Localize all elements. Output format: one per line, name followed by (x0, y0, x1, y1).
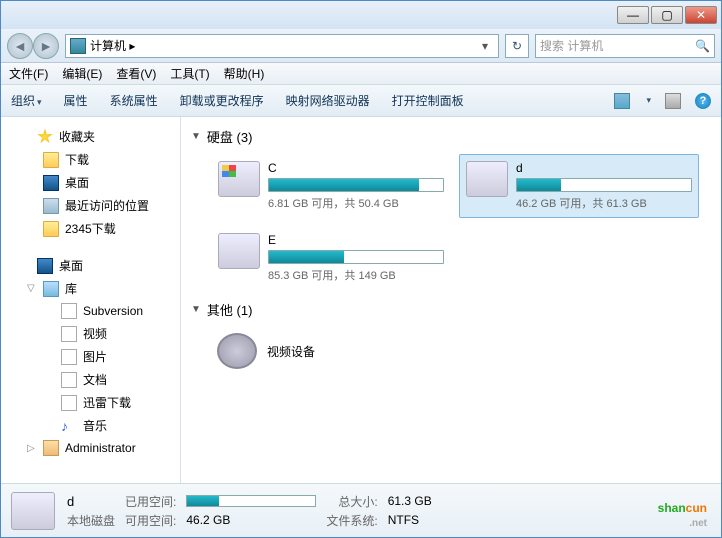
preview-pane-icon[interactable] (665, 93, 681, 109)
used-space-bar (186, 495, 316, 507)
help-icon[interactable]: ? (695, 93, 711, 109)
tree-item[interactable]: 视频 (1, 322, 180, 345)
toolbar-item[interactable]: 系统属性 (110, 92, 158, 109)
filesystem-label: 文件系统: (326, 512, 377, 529)
drive-stats: 46.2 GB 可用，共 61.3 GB (516, 195, 692, 211)
drive-name: E (268, 233, 444, 247)
tree-item[interactable]: 图片 (1, 345, 180, 368)
folder-icon (43, 221, 59, 237)
computer-icon (70, 38, 86, 54)
drive-icon (11, 492, 55, 530)
details-name: d (67, 494, 115, 509)
drive-stats: 85.3 GB 可用，共 149 GB (268, 267, 444, 283)
toolbar: 组织▾属性系统属性卸载或更改程序映射网络驱动器打开控制面板 ▾ ? (1, 85, 721, 117)
minimize-button[interactable]: — (617, 6, 649, 24)
drive-icon (466, 161, 508, 197)
menu-item[interactable]: 工具(T) (170, 65, 209, 82)
tree-item[interactable]: ♪音乐 (1, 414, 180, 437)
tree-item[interactable]: 桌面 (1, 171, 180, 194)
refresh-button[interactable]: ↻ (505, 34, 529, 58)
sidebar: 收藏夹下载桌面最近访问的位置2345下载桌面▽库Subversion视频图片文档… (1, 117, 181, 483)
nav-back-button[interactable]: ◄ (7, 33, 33, 59)
other-device-item[interactable]: 视频设备 (211, 327, 711, 375)
drive-usage-bar (268, 250, 444, 264)
menubar: 文件(F) 编辑(E) 查看(V) 工具(T) 帮助(H) (1, 63, 721, 85)
address-path: 计算机 ▸ (90, 37, 476, 54)
camera-icon (217, 333, 257, 369)
toolbar-item[interactable]: 映射网络驱动器 (286, 92, 370, 109)
address-bar[interactable]: 计算机 ▸ ▾ (65, 34, 499, 58)
toolbar-item[interactable]: 属性 (64, 92, 88, 109)
lib-icon (43, 281, 59, 297)
doc-icon (61, 395, 77, 411)
doc-icon (61, 303, 77, 319)
other-section-header[interactable]: ▼ 其他 (1) (191, 300, 711, 319)
details-pane: d 已用空间: 总大小: 61.3 GB 本地磁盘 可用空间: 46.2 GB … (1, 483, 721, 537)
monitor-icon (43, 175, 59, 191)
search-icon: 🔍 (695, 39, 710, 53)
tree-item[interactable]: 收藏夹 (1, 125, 180, 148)
tree-item[interactable]: 迅雷下载 (1, 391, 180, 414)
folder-icon (43, 152, 59, 168)
monitor-icon (37, 258, 53, 274)
tree-item[interactable]: 下载 (1, 148, 180, 171)
star-icon (37, 129, 53, 145)
drive-item[interactable]: C 6.81 GB 可用，共 50.4 GB (211, 154, 451, 218)
maximize-button[interactable]: ▢ (651, 6, 683, 24)
total-size-label: 总大小: (326, 493, 377, 510)
total-size-value: 61.3 GB (388, 494, 432, 508)
drive-name: d (516, 161, 692, 175)
doc-icon (61, 326, 77, 342)
music-icon: ♪ (61, 418, 77, 434)
menu-item[interactable]: 帮助(H) (224, 65, 265, 82)
tree-item[interactable]: ▽库 (1, 277, 180, 300)
doc-icon (61, 372, 77, 388)
drive-usage-bar (268, 178, 444, 192)
collapse-icon: ▼ (191, 131, 201, 142)
toolbar-item[interactable]: 卸载或更改程序 (180, 92, 264, 109)
user-icon (43, 440, 59, 456)
menu-item[interactable]: 查看(V) (116, 65, 156, 82)
drive-stats: 6.81 GB 可用，共 50.4 GB (268, 195, 444, 211)
titlebar: — ▢ ✕ (1, 1, 721, 29)
hdd-section-header[interactable]: ▼ 硬盘 (3) (191, 127, 711, 146)
nav-forward-button[interactable]: ► (33, 33, 59, 59)
doc-icon (61, 349, 77, 365)
collapse-icon: ▼ (191, 304, 201, 315)
used-space-label: 已用空间: (125, 493, 176, 510)
search-input[interactable]: 搜索 计算机 (540, 37, 695, 54)
drive-usage-bar (516, 178, 692, 192)
drive-name: C (268, 161, 444, 175)
drive-icon (218, 161, 260, 197)
tree-item[interactable]: Subversion (1, 300, 180, 322)
address-row: ◄ ► 计算机 ▸ ▾ ↻ 搜索 计算机 🔍 (1, 29, 721, 63)
address-dropdown[interactable]: ▾ (476, 39, 494, 53)
details-subtitle: 本地磁盘 (67, 512, 115, 529)
drive-item[interactable]: d 46.2 GB 可用，共 61.3 GB (459, 154, 699, 218)
toolbar-item[interactable]: 组织▾ (11, 92, 42, 109)
menu-item[interactable]: 编辑(E) (62, 65, 102, 82)
close-button[interactable]: ✕ (685, 6, 717, 24)
drive-icon (218, 233, 260, 269)
recent-icon (43, 198, 59, 214)
drive-item[interactable]: E 85.3 GB 可用，共 149 GB (211, 226, 451, 290)
filesystem-value: NTFS (388, 513, 432, 527)
other-device-label: 视频设备 (267, 343, 315, 360)
tree-item[interactable]: 桌面 (1, 254, 180, 277)
free-space-label: 可用空间: (125, 512, 176, 529)
tree-item[interactable]: 2345下载 (1, 217, 180, 240)
search-box[interactable]: 搜索 计算机 🔍 (535, 34, 715, 58)
content-pane: ▼ 硬盘 (3) C 6.81 GB 可用，共 50.4 GB d 46.2 GB 可… (181, 117, 721, 483)
toolbar-item[interactable]: 打开控制面板 (392, 92, 464, 109)
tree-item[interactable]: ▷Administrator (1, 437, 180, 459)
tree-item[interactable]: 文档 (1, 368, 180, 391)
free-space-value: 46.2 GB (186, 513, 316, 527)
tree-item[interactable]: 最近访问的位置 (1, 194, 180, 217)
view-options-icon[interactable] (614, 93, 630, 109)
menu-item[interactable]: 文件(F) (9, 65, 48, 82)
